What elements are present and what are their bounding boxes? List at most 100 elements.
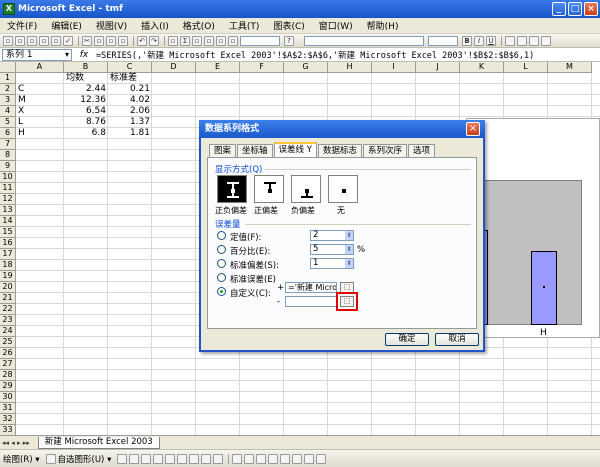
cell-c3[interactable]: 4.02: [108, 95, 150, 106]
row-header-6[interactable]: 6: [0, 128, 16, 139]
cut-icon[interactable]: ✂: [82, 35, 92, 46]
cell-b6[interactable]: 6.8: [64, 128, 106, 139]
hyperlink-icon[interactable]: ▫: [168, 35, 178, 46]
menu-format[interactable]: 格式(O): [176, 19, 222, 32]
row-header-2[interactable]: 2: [0, 84, 16, 95]
sheet-tab[interactable]: 新建 Microsoft Excel 2003: [37, 436, 160, 449]
line-color-icon[interactable]: [244, 453, 255, 464]
cell-b3[interactable]: 12.36: [64, 95, 106, 106]
diagram-icon[interactable]: [189, 453, 200, 464]
style-plus-option[interactable]: [254, 175, 284, 203]
fill-color-icon[interactable]: [232, 453, 243, 464]
line-icon[interactable]: [117, 453, 128, 464]
cell-b2[interactable]: 2.44: [64, 84, 106, 95]
row-header-18[interactable]: 18: [0, 260, 16, 271]
row-header-5[interactable]: 5: [0, 117, 16, 128]
row-header-10[interactable]: 10: [0, 172, 16, 183]
row-header-23[interactable]: 23: [0, 315, 16, 326]
row-header-16[interactable]: 16: [0, 238, 16, 249]
sort-ascending-icon[interactable]: ▫: [192, 35, 202, 46]
fx-icon[interactable]: fx: [72, 50, 96, 60]
column-header-a[interactable]: A: [16, 62, 64, 73]
cell-c4[interactable]: 2.06: [108, 106, 150, 117]
drawing-icon[interactable]: ▫: [228, 35, 238, 46]
row-header-32[interactable]: 32: [0, 414, 16, 425]
underline-button[interactable]: U: [486, 35, 496, 46]
help-icon[interactable]: ?: [284, 35, 294, 46]
spin-arrows-icon[interactable]: ⬍: [345, 231, 353, 240]
menu-window[interactable]: 窗口(W): [312, 19, 360, 32]
tab-error-bars-y[interactable]: 误差线 Y: [273, 142, 317, 157]
column-header-k[interactable]: K: [460, 62, 504, 73]
row-header-28[interactable]: 28: [0, 370, 16, 381]
open-icon[interactable]: ▫: [15, 35, 25, 46]
select-objects-icon[interactable]: [45, 453, 56, 464]
shadow-icon[interactable]: [304, 453, 315, 464]
cell-a6[interactable]: H: [18, 128, 62, 139]
row-header-26[interactable]: 26: [0, 348, 16, 359]
cell-a4[interactable]: X: [18, 106, 62, 117]
align-left-icon[interactable]: [505, 35, 515, 46]
3d-icon[interactable]: [316, 453, 327, 464]
column-header-m[interactable]: M: [548, 62, 592, 73]
copy-icon[interactable]: ▫: [94, 35, 104, 46]
font-color-icon[interactable]: [256, 453, 267, 464]
cell-b4[interactable]: 6.54: [64, 106, 106, 117]
tab-series-order[interactable]: 系列次序: [362, 144, 407, 157]
row-header-31[interactable]: 31: [0, 403, 16, 414]
arrow-style-icon[interactable]: [292, 453, 303, 464]
row-header-20[interactable]: 20: [0, 282, 16, 293]
menu-help[interactable]: 帮助(H): [360, 19, 406, 32]
column-header-b[interactable]: B: [64, 62, 108, 73]
autosum-icon[interactable]: Σ: [180, 35, 190, 46]
draw-menu[interactable]: 绘图(R) ▾: [3, 453, 40, 465]
clipart-icon[interactable]: [201, 453, 212, 464]
cell-a2[interactable]: C: [18, 84, 62, 95]
tab-patterns[interactable]: 图案: [209, 144, 237, 157]
cell-b5[interactable]: 8.76: [64, 117, 106, 128]
column-header-j[interactable]: J: [416, 62, 460, 73]
ok-button[interactable]: 确定: [385, 333, 429, 346]
row-header-1[interactable]: 1: [0, 73, 16, 84]
fixed-value-spinner[interactable]: 2 ⬍: [310, 230, 354, 241]
maximize-button[interactable]: □: [568, 2, 582, 16]
italic-button[interactable]: I: [474, 35, 484, 46]
column-header-h[interactable]: H: [328, 62, 372, 73]
row-header-7[interactable]: 7: [0, 139, 16, 150]
spin-arrows-icon[interactable]: ⬍: [345, 259, 353, 268]
sheet-nav-arrows[interactable]: ◂◂ ◂ ▸ ▸▸: [0, 439, 32, 447]
merge-center-icon[interactable]: [541, 35, 551, 46]
sort-descending-icon[interactable]: ▫: [204, 35, 214, 46]
row-header-21[interactable]: 21: [0, 293, 16, 304]
percentage-spinner[interactable]: 5 ⬍: [310, 244, 354, 255]
menu-view[interactable]: 视图(V): [89, 19, 134, 32]
bold-button[interactable]: B: [462, 35, 472, 46]
formula-input[interactable]: =SERIES(,'新建 Microsoft Excel 2003'!$A$2:…: [96, 49, 534, 61]
close-window-button[interactable]: ×: [584, 2, 598, 16]
row-header-4[interactable]: 4: [0, 106, 16, 117]
column-header-c[interactable]: C: [108, 62, 152, 73]
select-all-corner[interactable]: [0, 62, 16, 73]
column-header-d[interactable]: D: [152, 62, 196, 73]
row-header-29[interactable]: 29: [0, 381, 16, 392]
style-none-option[interactable]: [328, 175, 358, 203]
oval-icon[interactable]: [153, 453, 164, 464]
std-deviation-spinner[interactable]: 1 ⬍: [310, 258, 354, 269]
cell-a5[interactable]: L: [18, 117, 62, 128]
menu-tools[interactable]: 工具(T): [222, 19, 267, 32]
style-both-option[interactable]: [217, 175, 247, 203]
spin-arrows-icon[interactable]: ⬍: [345, 245, 353, 254]
line-style-icon[interactable]: [268, 453, 279, 464]
custom-radio[interactable]: [217, 287, 226, 296]
font-size-combo[interactable]: [428, 35, 458, 46]
plot-area[interactable]: [474, 180, 582, 325]
row-header-11[interactable]: 11: [0, 183, 16, 194]
row-header-22[interactable]: 22: [0, 304, 16, 315]
cell-c5[interactable]: 1.37: [108, 117, 150, 128]
row-header-13[interactable]: 13: [0, 205, 16, 216]
percentage-radio[interactable]: [217, 245, 226, 254]
tab-data-labels[interactable]: 数据标志: [317, 144, 362, 157]
minimize-button[interactable]: _: [552, 2, 566, 16]
cell-a3[interactable]: M: [18, 95, 62, 106]
dialog-close-button[interactable]: ×: [466, 122, 480, 136]
